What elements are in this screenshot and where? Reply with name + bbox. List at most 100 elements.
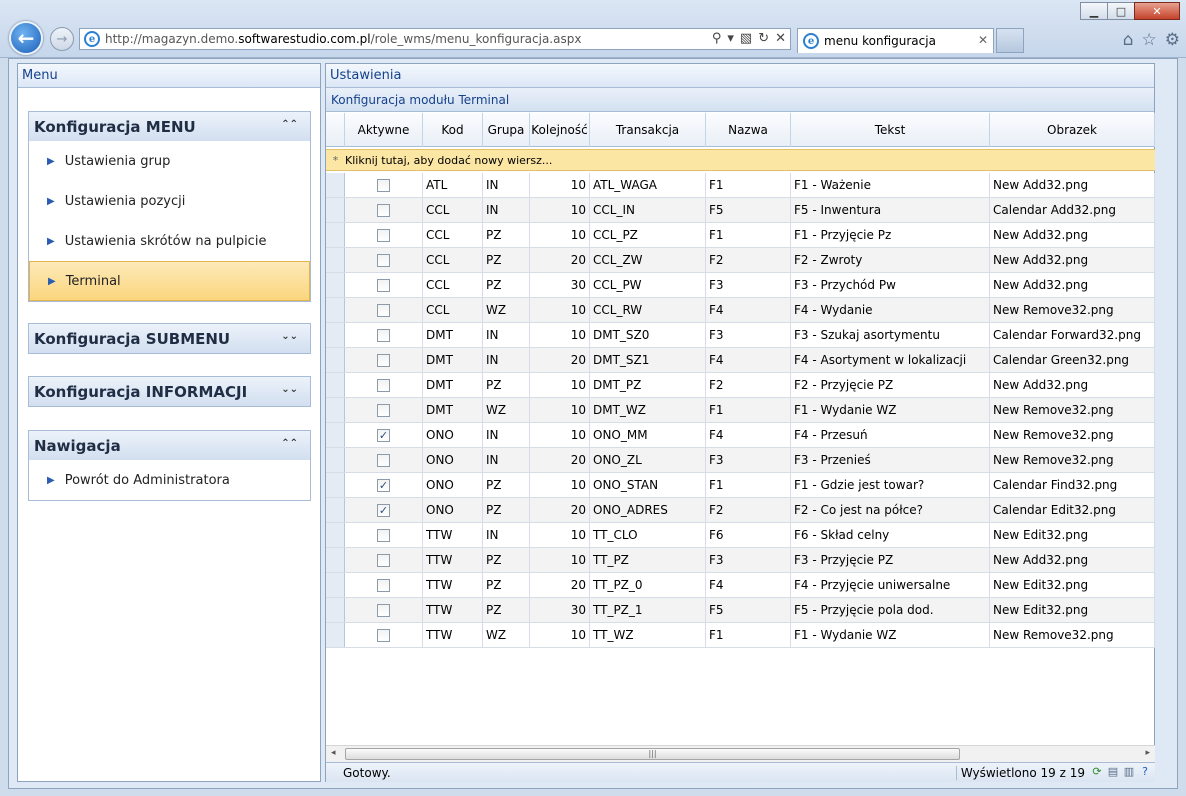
row-indicator[interactable] xyxy=(326,398,345,422)
table-row[interactable]: ATL IN 10 ATL_WAGA F1 F1 - Ważenie New Add32.p… xyxy=(326,173,1155,198)
row-indicator[interactable] xyxy=(326,173,345,197)
menu-item-ustawienia-grup[interactable]: ▶ Ustawienia grup xyxy=(29,141,310,181)
cell-grupa[interactable]: PZ xyxy=(483,573,530,597)
cell-kol[interactable]: 20 xyxy=(530,573,590,597)
active-checkbox[interactable] xyxy=(377,178,390,192)
column-header[interactable]: Nazwa xyxy=(706,113,791,147)
cell-grupa[interactable]: PZ xyxy=(483,223,530,247)
column-header[interactable]: Aktywne xyxy=(345,113,423,147)
active-checkbox[interactable] xyxy=(377,203,390,217)
row-indicator[interactable] xyxy=(326,573,345,597)
cell-grupa[interactable]: PZ xyxy=(483,498,530,522)
cell-kol[interactable]: 10 xyxy=(530,173,590,197)
close-window-button[interactable]: ✕ xyxy=(1134,2,1180,20)
table-row[interactable]: TTW IN 10 TT_CLO F6 F6 - Skład celny New Edit3… xyxy=(326,523,1155,548)
cell-grupa[interactable]: IN xyxy=(483,348,530,372)
cell-obrazek[interactable]: New Remove32.png xyxy=(990,398,1155,422)
cell-obrazek[interactable]: New Remove32.png xyxy=(990,448,1155,472)
cell-grupa[interactable]: WZ xyxy=(483,398,530,422)
cell-nazwa[interactable]: F1 xyxy=(706,473,791,497)
active-checkbox[interactable]: ✓ xyxy=(377,478,390,492)
minimize-button[interactable]: ▁ xyxy=(1080,2,1108,20)
cell-trans[interactable]: TT_PZ_0 xyxy=(590,573,706,597)
row-indicator[interactable] xyxy=(326,448,345,472)
cell-nazwa[interactable]: F2 xyxy=(706,373,791,397)
cell-nazwa[interactable]: F3 xyxy=(706,448,791,472)
cell-trans[interactable]: CCL_PW xyxy=(590,273,706,297)
active-checkbox[interactable]: ✓ xyxy=(377,428,390,442)
active-checkbox[interactable] xyxy=(377,578,390,592)
cell-trans[interactable]: DMT_SZ1 xyxy=(590,348,706,372)
cell-kol[interactable]: 10 xyxy=(530,373,590,397)
row-indicator[interactable] xyxy=(326,323,345,347)
cell-trans[interactable]: CCL_RW xyxy=(590,298,706,322)
cell-grupa[interactable]: IN xyxy=(483,523,530,547)
cell-obrazek[interactable]: New Add32.png xyxy=(990,273,1155,297)
cell-tekst[interactable]: F3 - Szukaj asortymentu xyxy=(791,323,990,347)
column-header[interactable]: Obrazek xyxy=(990,113,1155,147)
scroll-thumb[interactable]: ||| xyxy=(345,748,960,760)
cell-grupa[interactable]: PZ xyxy=(483,273,530,297)
cell-kod[interactable]: ATL xyxy=(423,173,483,197)
row-indicator[interactable] xyxy=(326,298,345,322)
table-row[interactable]: TTW WZ 10 TT_WZ F1 F1 - Wydanie WZ New Remove3… xyxy=(326,623,1155,648)
column-header[interactable]: Kolejność xyxy=(530,113,590,147)
cell-nazwa[interactable]: F5 xyxy=(706,198,791,222)
cell-tekst[interactable]: F3 - Przychód Pw xyxy=(791,273,990,297)
cell-nazwa[interactable]: F4 xyxy=(706,423,791,447)
cell-trans[interactable]: ONO_MM xyxy=(590,423,706,447)
forward-button[interactable]: → xyxy=(50,27,74,51)
cell-tekst[interactable]: F5 - Inwentura xyxy=(791,198,990,222)
expand-chevron-icon[interactable]: ⌄⌄ xyxy=(281,331,298,342)
table-row[interactable]: DMT WZ 10 DMT_WZ F1 F1 - Wydanie WZ New Remove… xyxy=(326,398,1155,423)
cell-grupa[interactable]: PZ xyxy=(483,373,530,397)
cell-nazwa[interactable]: F4 xyxy=(706,298,791,322)
group-header[interactable]: Konfiguracja SUBMENU ⌄⌄ xyxy=(29,324,310,353)
cell-kol[interactable]: 10 xyxy=(530,198,590,222)
active-checkbox[interactable] xyxy=(377,278,390,292)
scroll-right-icon[interactable]: ▸ xyxy=(1145,748,1150,758)
cell-kol[interactable]: 30 xyxy=(530,598,590,622)
cell-tekst[interactable]: F1 - Wydanie WZ xyxy=(791,398,990,422)
row-indicator[interactable] xyxy=(326,273,345,297)
cell-nazwa[interactable]: F3 xyxy=(706,323,791,347)
row-indicator[interactable] xyxy=(326,548,345,572)
cell-nazwa[interactable]: F2 xyxy=(706,498,791,522)
table-row[interactable]: ✓ ONO PZ 10 ONO_STAN F1 F1 - Gdzie jest towar?… xyxy=(326,473,1155,498)
cell-obrazek[interactable]: New Add32.png xyxy=(990,248,1155,272)
scroll-left-icon[interactable]: ◂ xyxy=(331,748,336,758)
cell-tekst[interactable]: F2 - Przyjęcie PZ xyxy=(791,373,990,397)
cell-nazwa[interactable]: F5 xyxy=(706,598,791,622)
cell-kod[interactable]: CCL xyxy=(423,223,483,247)
cell-kod[interactable]: TTW xyxy=(423,548,483,572)
cell-kol[interactable]: 10 xyxy=(530,473,590,497)
new-tab-button[interactable] xyxy=(996,28,1024,53)
row-indicator[interactable] xyxy=(326,373,345,397)
settings-gear-icon[interactable]: ⚙ xyxy=(1165,30,1180,50)
cell-kod[interactable]: CCL xyxy=(423,248,483,272)
menu-item-powrot[interactable]: ▶ Powrót do Administratora xyxy=(29,460,310,500)
cell-tekst[interactable]: F1 - Gdzie jest towar? xyxy=(791,473,990,497)
cell-trans[interactable]: DMT_WZ xyxy=(590,398,706,422)
cell-kod[interactable]: DMT xyxy=(423,348,483,372)
cell-kol[interactable]: 20 xyxy=(530,248,590,272)
cell-grupa[interactable]: PZ xyxy=(483,473,530,497)
row-indicator[interactable] xyxy=(326,248,345,272)
cell-obrazek[interactable]: New Edit32.png xyxy=(990,523,1155,547)
cell-obrazek[interactable]: Calendar Find32.png xyxy=(990,473,1155,497)
active-checkbox[interactable] xyxy=(377,528,390,542)
cell-kol[interactable]: 10 xyxy=(530,398,590,422)
horizontal-scrollbar[interactable]: ◂ ||| ▸ xyxy=(326,745,1155,762)
cell-kod[interactable]: ONO xyxy=(423,423,483,447)
column-header[interactable]: Transakcja xyxy=(590,113,706,147)
table-row[interactable]: CCL PZ 30 CCL_PW F3 F3 - Przychód Pw New Add32… xyxy=(326,273,1155,298)
cell-kod[interactable]: ONO xyxy=(423,473,483,497)
cell-obrazek[interactable]: New Edit32.png xyxy=(990,598,1155,622)
table-row[interactable]: CCL PZ 20 CCL_ZW F2 F2 - Zwroty New Add32.png xyxy=(326,248,1155,273)
back-button[interactable]: ← xyxy=(9,21,43,55)
cell-nazwa[interactable]: F4 xyxy=(706,573,791,597)
active-checkbox[interactable] xyxy=(377,253,390,267)
menu-item-terminal[interactable]: ▶ Terminal xyxy=(29,261,310,301)
cell-kod[interactable]: TTW xyxy=(423,623,483,647)
cell-trans[interactable]: ONO_ADRES xyxy=(590,498,706,522)
